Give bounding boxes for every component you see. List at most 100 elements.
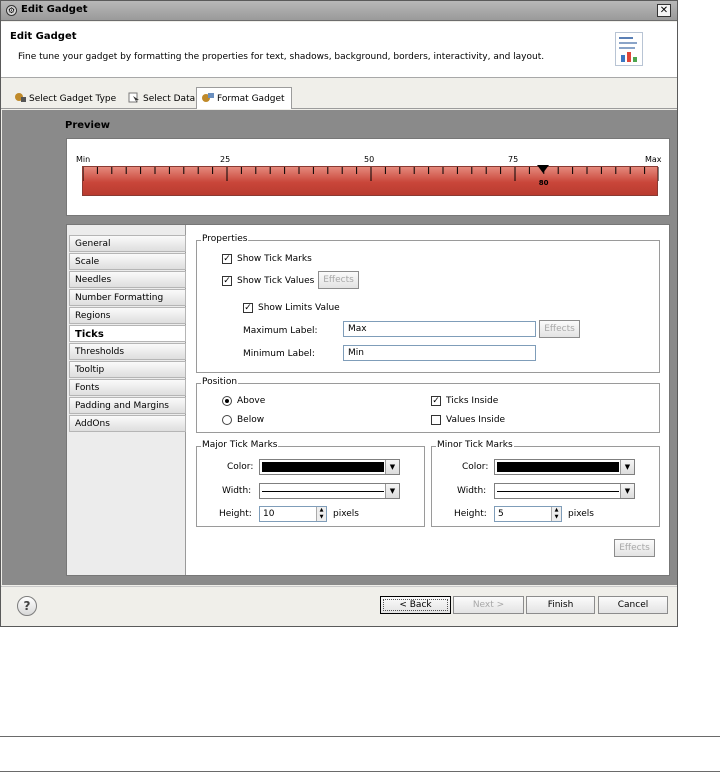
chevron-down-icon: ▼ [620,484,634,498]
nav-item-needles[interactable]: Needles [69,271,186,288]
major-height-label: Height: [219,509,252,519]
linear-gauge-bar [82,166,659,196]
tab-format-gadget[interactable]: Format Gadget [196,87,292,109]
major-units-label: pixels [333,509,359,519]
banner-heading: Edit Gadget [10,31,77,42]
tick-values-effects-button[interactable]: Effects [318,271,359,289]
ticks-inside-label: Ticks Inside [446,396,499,406]
nav-item-padding-and-margins[interactable]: Padding and Margins [69,397,186,414]
tab-select-gadget-type[interactable]: Select Gadget Type [9,88,122,109]
nav-item-ticks[interactable]: Ticks [69,325,186,342]
category-nav: General Scale Needles Number Formatting … [67,225,186,575]
app-icon: ⚙ [6,5,17,16]
show-limits-value-label: Show Limits Value [258,303,340,313]
scale-label-min: Min [76,155,91,164]
tab-select-data[interactable]: Select Data [123,88,201,109]
position-below-radio[interactable] [222,415,232,425]
nav-item-regions[interactable]: Regions [69,307,186,324]
tab-label: Select Gadget Type [29,94,117,104]
edit-gadget-dialog: ⚙ Edit Gadget ✕ Edit Gadget Fine tune yo… [0,0,678,627]
major-width-label: Width: [222,486,252,496]
major-width-select[interactable]: ▼ [259,483,400,499]
line-width-sample [262,486,384,492]
values-inside-checkbox[interactable] [431,415,441,425]
spinner-value: 5 [498,509,504,519]
divider-bottom [0,771,720,772]
wizard-footer: ? < Back Next > Finish Cancel [1,586,677,626]
tick-marks [83,167,659,181]
position-group: Position Above Below ✓ Ticks Inside Valu… [196,377,660,433]
spinner-arrows-icon[interactable]: ▲ ▼ [316,507,326,521]
group-label: Properties [201,234,249,244]
properties-group: Properties ✓ Show Tick Marks ✓ Show Tick… [196,234,660,373]
show-tick-values-checkbox[interactable]: ✓ [222,276,232,286]
finish-button[interactable]: Finish [526,596,595,614]
nav-item-thresholds[interactable]: Thresholds [69,343,186,360]
position-above-radio[interactable] [222,396,232,406]
title-bar: ⚙ Edit Gadget ✕ [1,1,677,21]
scale-label-25: 25 [220,155,231,164]
color-swatch [262,462,384,472]
nav-item-scale[interactable]: Scale [69,253,186,270]
maximum-label-label: Maximum Label: [243,326,318,336]
nav-item-general[interactable]: General [69,235,186,252]
close-button[interactable]: ✕ [657,4,671,17]
minor-width-select[interactable]: ▼ [494,483,635,499]
back-button[interactable]: < Back [380,596,451,614]
minor-width-label: Width: [457,486,487,496]
major-color-select[interactable]: ▼ [259,459,400,475]
nav-item-tooltip[interactable]: Tooltip [69,361,186,378]
spinner-value: 10 [263,509,275,519]
header-banner: Edit Gadget Fine tune your gadget by for… [1,22,677,78]
minor-tick-marks-group: Minor Tick Marks Color: ▼ Width: ▼ Heigh… [431,440,660,527]
show-tick-marks-checkbox[interactable]: ✓ [222,254,232,264]
chevron-down-icon: ▼ [385,460,399,474]
maximum-label-effects-button[interactable]: Effects [539,320,580,338]
major-height-spinner[interactable]: 10 ▲ ▼ [259,506,327,522]
show-limits-value-checkbox[interactable]: ✓ [243,303,253,313]
banner-description: Fine tune your gadget by formatting the … [18,52,545,62]
group-label: Minor Tick Marks [436,440,514,450]
group-label: Position [201,377,239,387]
ticks-effects-button[interactable]: Effects [614,539,655,557]
major-tick-marks-group: Major Tick Marks Color: ▼ Width: ▼ Heigh… [196,440,425,527]
needle-marker [536,165,549,173]
cancel-button[interactable]: Cancel [598,596,668,614]
show-tick-marks-label: Show Tick Marks [237,254,312,264]
maximum-label-input[interactable]: Max [343,321,536,337]
nav-item-addons[interactable]: AddOns [69,415,186,432]
help-icon[interactable]: ? [17,596,37,616]
format-gadget-icon [202,92,214,103]
chevron-down-icon: ▼ [620,460,634,474]
wizard-tabs: Select Gadget Type Select Data Format Ga… [1,87,677,109]
minimum-label-label: Minimum Label: [243,349,315,359]
tab-label: Format Gadget [217,94,285,104]
needle-value: 80 [538,179,549,187]
select-data-icon [128,92,140,103]
next-button[interactable]: Next > [453,596,524,614]
minor-height-label: Height: [454,509,487,519]
values-inside-label: Values Inside [446,415,506,425]
line-width-sample [497,486,619,492]
gadget-document-icon [615,32,643,66]
position-above-label: Above [237,396,266,406]
scale-label-max: Max [645,155,662,164]
minor-height-spinner[interactable]: 5 ▲ ▼ [494,506,562,522]
minimum-label-input[interactable]: Min [343,345,536,361]
minor-color-select[interactable]: ▼ [494,459,635,475]
gadget-type-icon [14,92,26,103]
settings-panel: General Scale Needles Number Formatting … [66,224,670,576]
nav-item-fonts[interactable]: Fonts [69,379,186,396]
ticks-inside-checkbox[interactable]: ✓ [431,396,441,406]
color-swatch [497,462,619,472]
position-below-label: Below [237,415,265,425]
spinner-arrows-icon[interactable]: ▲ ▼ [551,507,561,521]
window-title: Edit Gadget [21,4,88,15]
nav-item-number-formatting[interactable]: Number Formatting [69,289,186,306]
minor-units-label: pixels [568,509,594,519]
tab-label: Select Data [143,94,196,104]
chevron-down-icon: ▼ [385,484,399,498]
preview-label: Preview [65,120,111,131]
scale-label-75: 75 [508,155,519,164]
scale-label-50: 50 [364,155,375,164]
